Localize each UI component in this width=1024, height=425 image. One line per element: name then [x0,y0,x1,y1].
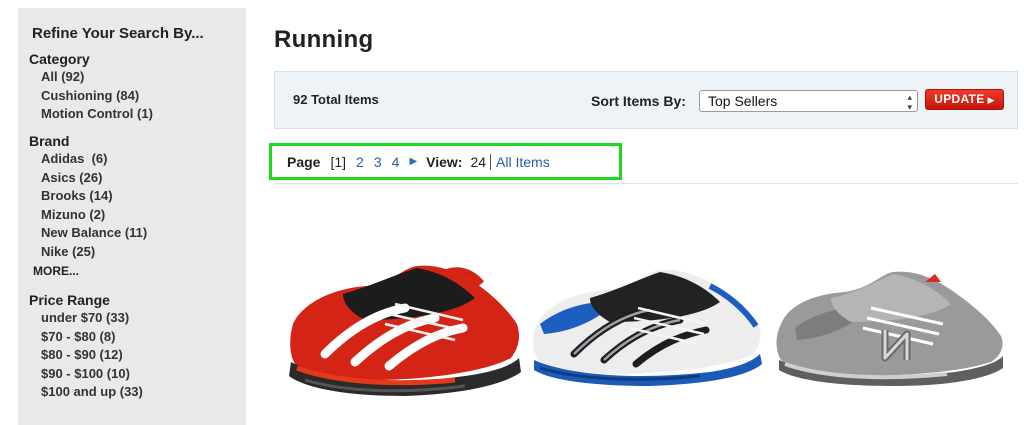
price-filter-group: Price Range under $70 (33) $70 - $80 (8)… [29,291,239,402]
category-item-cushioning[interactable]: Cushioning (84) [29,87,239,106]
page-link-2[interactable]: 2 [356,154,364,170]
sidebar-title: Refine Your Search By... [32,25,204,42]
brand-item-brooks[interactable]: Brooks (14) [29,187,239,206]
next-page-icon[interactable]: ▶ [409,156,417,167]
page-label: Page [287,153,321,170]
price-heading: Price Range [29,292,110,308]
price-item-100-up[interactable]: $100 and up (33) [29,383,239,402]
category-filter-group: Category All (92) Cushioning (84) Motion… [29,50,239,124]
sort-selected-value: Top Sellers [708,93,778,109]
play-arrow-icon: ▶ [987,95,995,105]
view-count: 24 [470,153,492,170]
page-link-4[interactable]: 4 [392,154,400,170]
product-card[interactable] [775,268,1007,388]
sort-label: Sort Items By: [591,93,686,109]
results-toolbar: 92 Total Items Sort Items By: Top Seller… [274,71,1018,129]
price-item-70-80[interactable]: $70 - $80 (8) [29,328,239,347]
product-card[interactable] [530,268,765,388]
total-items-count: 92 Total Items [293,92,379,107]
select-arrows-icon: ▴ ▾ [907,92,912,112]
brand-item-new-balance[interactable]: New Balance (11) [29,224,239,243]
category-heading: Category [29,51,90,67]
product-card[interactable] [285,262,525,404]
update-button[interactable]: UPDATE ▶ [925,89,1004,110]
brand-more-link[interactable]: MORE... [29,262,239,280]
brand-item-asics[interactable]: Asics (26) [29,169,239,188]
page-title: Running [274,26,374,53]
brand-heading: Brand [29,133,70,149]
shoe-gray-icon [776,271,1003,386]
category-item-motion-control[interactable]: Motion Control (1) [29,105,239,124]
brand-item-adidas[interactable]: Adidas (6) [29,150,239,169]
view-label: View: [426,153,463,170]
view-all-items-link[interactable]: All Items [496,154,550,170]
price-item-under-70[interactable]: under $70 (33) [29,309,239,328]
pagination-bar: Page [1] 2 3 4 ▶ View: 24 All Items [269,143,622,180]
divider [274,183,1018,184]
shoe-white-blue-icon [533,269,762,386]
brand-item-nike[interactable]: Nike (25) [29,243,239,262]
brand-filter-group: Brand Adidas (6) Asics (26) Brooks (14) … [29,132,239,280]
sort-select[interactable]: Top Sellers ▴ ▾ [699,90,918,112]
category-item-all[interactable]: All (92) [29,68,239,87]
refine-sidebar: Refine Your Search By... Category All (9… [18,8,246,425]
page-link-3[interactable]: 3 [374,154,382,170]
price-item-80-90[interactable]: $80 - $90 (12) [29,346,239,365]
current-page: [1] [330,153,347,170]
price-item-90-100[interactable]: $90 - $100 (10) [29,365,239,384]
brand-item-mizuno[interactable]: Mizuno (2) [29,206,239,225]
shoe-red-black-icon [289,265,521,396]
update-button-label: UPDATE [934,92,985,106]
